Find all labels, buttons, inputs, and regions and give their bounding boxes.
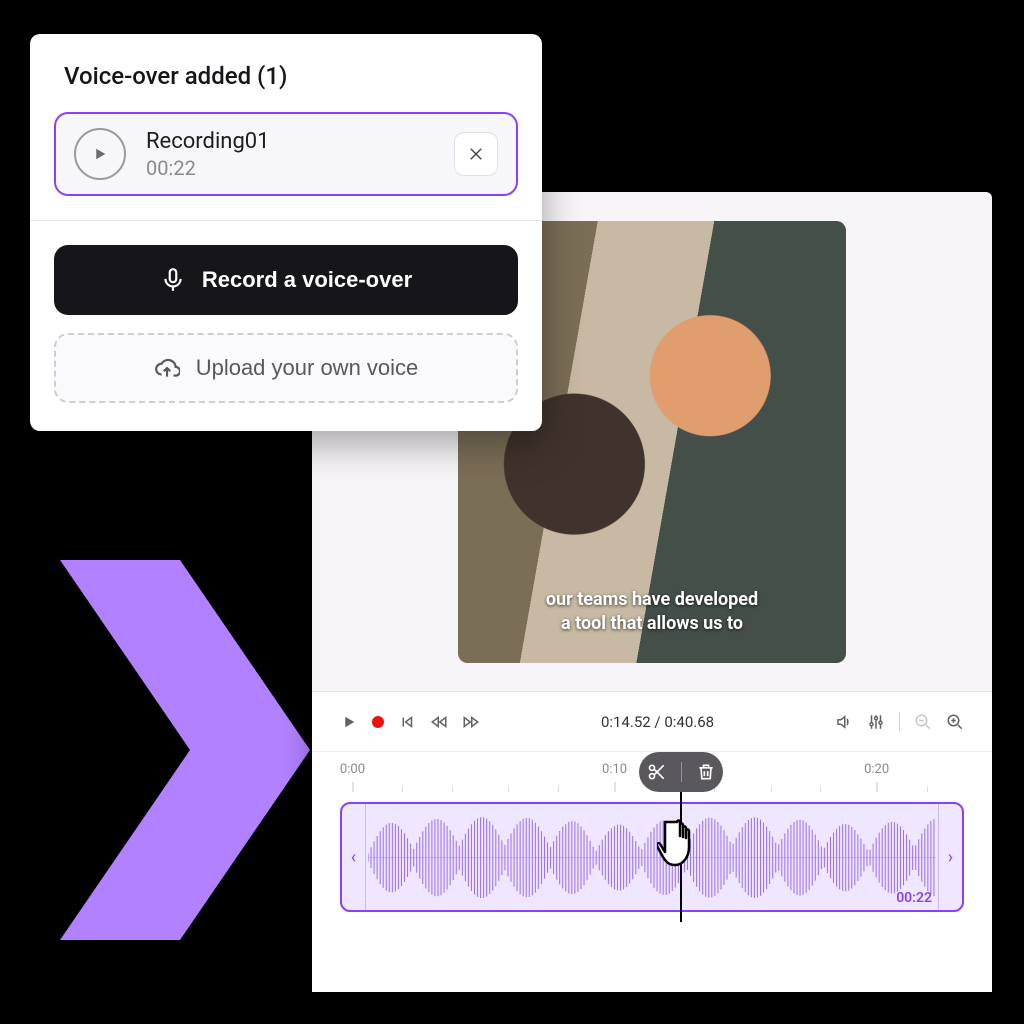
caption-line: our teams have developed xyxy=(478,588,826,612)
skip-start-icon[interactable] xyxy=(398,713,416,731)
scissors-icon[interactable] xyxy=(647,762,667,782)
forward-icon[interactable] xyxy=(462,713,480,731)
trash-icon[interactable] xyxy=(696,762,716,782)
clip-track: ‹ › 00:22 xyxy=(340,802,964,912)
ruler-tick: 0:00 xyxy=(340,762,365,777)
clip-handle-right[interactable]: › xyxy=(938,804,962,910)
playhead[interactable] xyxy=(680,756,682,922)
ruler-tick: 0:10 xyxy=(602,762,627,777)
volume-icon[interactable] xyxy=(835,713,853,731)
sliders-icon[interactable] xyxy=(867,713,885,731)
rewind-icon[interactable] xyxy=(430,713,448,731)
record-button-label: Record a voice-over xyxy=(202,267,412,293)
hand-cursor-icon xyxy=(657,816,705,872)
zoom-in-icon[interactable] xyxy=(946,713,964,731)
clip-duration: 00:22 xyxy=(896,890,932,906)
voiceover-item[interactable]: Recording01 00:22 xyxy=(54,112,518,196)
waveform-icon xyxy=(368,812,936,903)
brand-chevron-icon xyxy=(60,560,320,940)
toolbar-divider xyxy=(899,712,900,732)
record-icon[interactable] xyxy=(372,716,384,728)
zoom-out-icon[interactable] xyxy=(914,713,932,731)
voiceover-meta: Recording01 00:22 xyxy=(146,129,434,180)
play-recording-button[interactable] xyxy=(74,128,126,180)
voiceover-duration: 00:22 xyxy=(146,156,434,180)
close-icon xyxy=(467,145,485,163)
play-icon[interactable] xyxy=(340,713,358,731)
remove-voiceover-button[interactable] xyxy=(454,132,498,176)
voiceover-panel: Voice-over added (1) Recording01 00:22 R… xyxy=(30,34,542,431)
voiceover-name: Recording01 xyxy=(146,129,434,154)
audio-clip[interactable]: ‹ › 00:22 xyxy=(340,802,964,912)
timeline-toolbar: 0:14.52 / 0:40.68 xyxy=(312,692,992,752)
playhead-tools xyxy=(639,752,723,792)
microphone-icon xyxy=(160,267,186,293)
caption-line: a tool that allows us to xyxy=(478,612,826,636)
play-icon xyxy=(91,145,109,163)
record-voiceover-button[interactable]: Record a voice-over xyxy=(54,245,518,315)
cloud-upload-icon xyxy=(154,355,180,381)
ruler-tick: 0:20 xyxy=(864,762,889,777)
upload-voice-button[interactable]: Upload your own voice xyxy=(54,333,518,403)
timeline[interactable]: 0:00 0:10 0:20 ‹ › 00:22 xyxy=(312,752,992,992)
upload-button-label: Upload your own voice xyxy=(196,355,419,381)
time-readout: 0:14.52 / 0:40.68 xyxy=(601,713,714,731)
video-caption: our teams have developed a tool that all… xyxy=(458,588,846,637)
voiceover-panel-title: Voice-over added (1) xyxy=(30,34,542,112)
clip-handle-left[interactable]: ‹ xyxy=(342,804,366,910)
